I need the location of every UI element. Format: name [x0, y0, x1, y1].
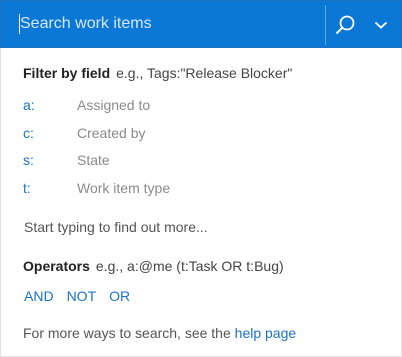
field-key: s: — [23, 152, 34, 168]
help-page-link[interactable]: help page — [235, 325, 297, 341]
search-bar — [0, 0, 402, 48]
field-row-assigned[interactable]: a: Assigned to — [23, 97, 323, 117]
field-key: t: — [23, 180, 31, 196]
field-row-state[interactable]: s: State — [23, 152, 323, 172]
operators-example: e.g., a:@me (t:Task OR t:Bug) — [95, 258, 284, 274]
operator-and[interactable]: AND — [24, 288, 54, 304]
field-row-type[interactable]: t: Work item type — [23, 180, 323, 200]
search-input[interactable] — [1, 1, 325, 47]
field-label: State — [77, 152, 110, 168]
field-key: a: — [23, 97, 35, 113]
search-help-panel: Filter by field e.g., Tags:"Release Block… — [0, 48, 402, 357]
operators-row: Operators e.g., a:@me (t:Task OR t:Bug) — [23, 258, 284, 274]
operators-list: AND NOT OR — [24, 288, 143, 304]
field-label: Created by — [77, 125, 146, 141]
operator-or[interactable]: OR — [109, 288, 130, 304]
filter-example: e.g., Tags:"Release Blocker" — [116, 65, 293, 81]
field-label: Work item type — [77, 180, 171, 196]
help-footer-text: For more ways to search, see the — [23, 325, 231, 341]
search-button[interactable] — [329, 7, 361, 43]
typing-hint: Start typing to find out more... — [24, 219, 208, 235]
filter-title: Filter by field — [23, 65, 111, 81]
field-label: Assigned to — [77, 97, 151, 113]
help-footer: For more ways to search, see the help pa… — [23, 325, 296, 341]
chevron-down-icon — [374, 21, 388, 29]
text-caret — [19, 14, 20, 34]
field-key: c: — [23, 125, 34, 141]
field-row-created[interactable]: c: Created by — [23, 125, 323, 145]
search-divider — [325, 5, 326, 45]
operators-title: Operators — [23, 258, 90, 274]
filter-by-field-row: Filter by field e.g., Tags:"Release Block… — [23, 65, 292, 81]
search-icon — [335, 15, 355, 35]
search-options-button[interactable] — [365, 7, 397, 43]
operator-not[interactable]: NOT — [67, 288, 97, 304]
